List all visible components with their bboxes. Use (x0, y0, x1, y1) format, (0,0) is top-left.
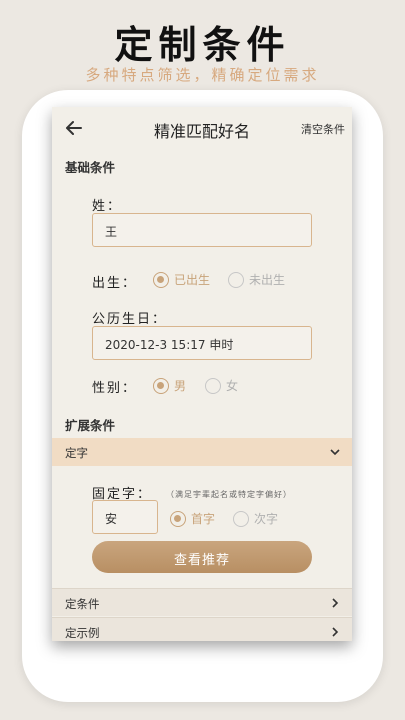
headline: 定制条件 (114, 22, 291, 67)
radio-female-dot (205, 377, 221, 394)
radio-first-char[interactable]: 首字 (170, 510, 215, 527)
radio-second-char[interactable]: 次字 (233, 510, 278, 527)
radio-unborn-dot (228, 271, 244, 288)
radio-born[interactable]: 已出生 (153, 271, 210, 288)
radio-unborn-label: 未出生 (249, 273, 286, 287)
surname-label: 姓： (92, 199, 123, 214)
radio-born-label: 已出生 (174, 273, 211, 287)
chevron-right-icon (332, 598, 339, 608)
radio-first-char-dot (170, 510, 186, 527)
birthday-label: 公历生日： (92, 312, 168, 327)
radio-female[interactable]: 女 (205, 377, 238, 394)
surname-input[interactable]: 王 (92, 213, 312, 247)
row-examples[interactable]: 定示例 (52, 617, 352, 641)
row-examples-label: 定示例 (65, 626, 100, 640)
fixed-char-hint: （满足宇辈起名或特定字偏好） (166, 490, 292, 499)
top-bar: 精准匹配好名 清空条件 (52, 107, 352, 151)
tagline: 多种特点筛选，精确定位需求 (85, 66, 320, 84)
radio-unborn[interactable]: 未出生 (228, 271, 285, 288)
radio-second-char-label: 次字 (254, 512, 279, 526)
clear-conditions-button[interactable]: 清空条件 (301, 121, 345, 137)
basic-section-title: 基础条件 (65, 160, 116, 175)
row-conditions[interactable]: 定条件 (52, 588, 352, 616)
fixed-char-bar-label: 定字 (65, 446, 88, 460)
gender-label: 性别： (92, 381, 138, 396)
radio-female-label: 女 (226, 379, 239, 393)
phone-screen: 精准匹配好名 清空条件 基础条件 姓： 王 出生： 已出生 未出生 公历生日： … (52, 107, 352, 641)
row-conditions-label: 定条件 (65, 597, 100, 611)
radio-male-label: 男 (174, 379, 187, 393)
radio-male[interactable]: 男 (153, 377, 186, 394)
chevron-down-icon (330, 449, 340, 456)
fixed-char-bar[interactable]: 定字 (52, 438, 352, 466)
radio-male-dot (153, 377, 169, 394)
view-recommendations-button[interactable]: 查看推荐 (92, 541, 312, 573)
extended-section-title: 扩展条件 (65, 418, 116, 433)
fixed-char-input[interactable]: 安 (92, 500, 158, 534)
birth-label: 出生： (92, 276, 138, 291)
radio-first-char-label: 首字 (191, 512, 216, 526)
radio-second-char-dot (233, 510, 249, 527)
birthday-input[interactable]: 2020-12-3 15:17 申时 (92, 326, 312, 360)
chevron-right-icon (332, 627, 339, 637)
radio-born-dot (153, 271, 169, 288)
